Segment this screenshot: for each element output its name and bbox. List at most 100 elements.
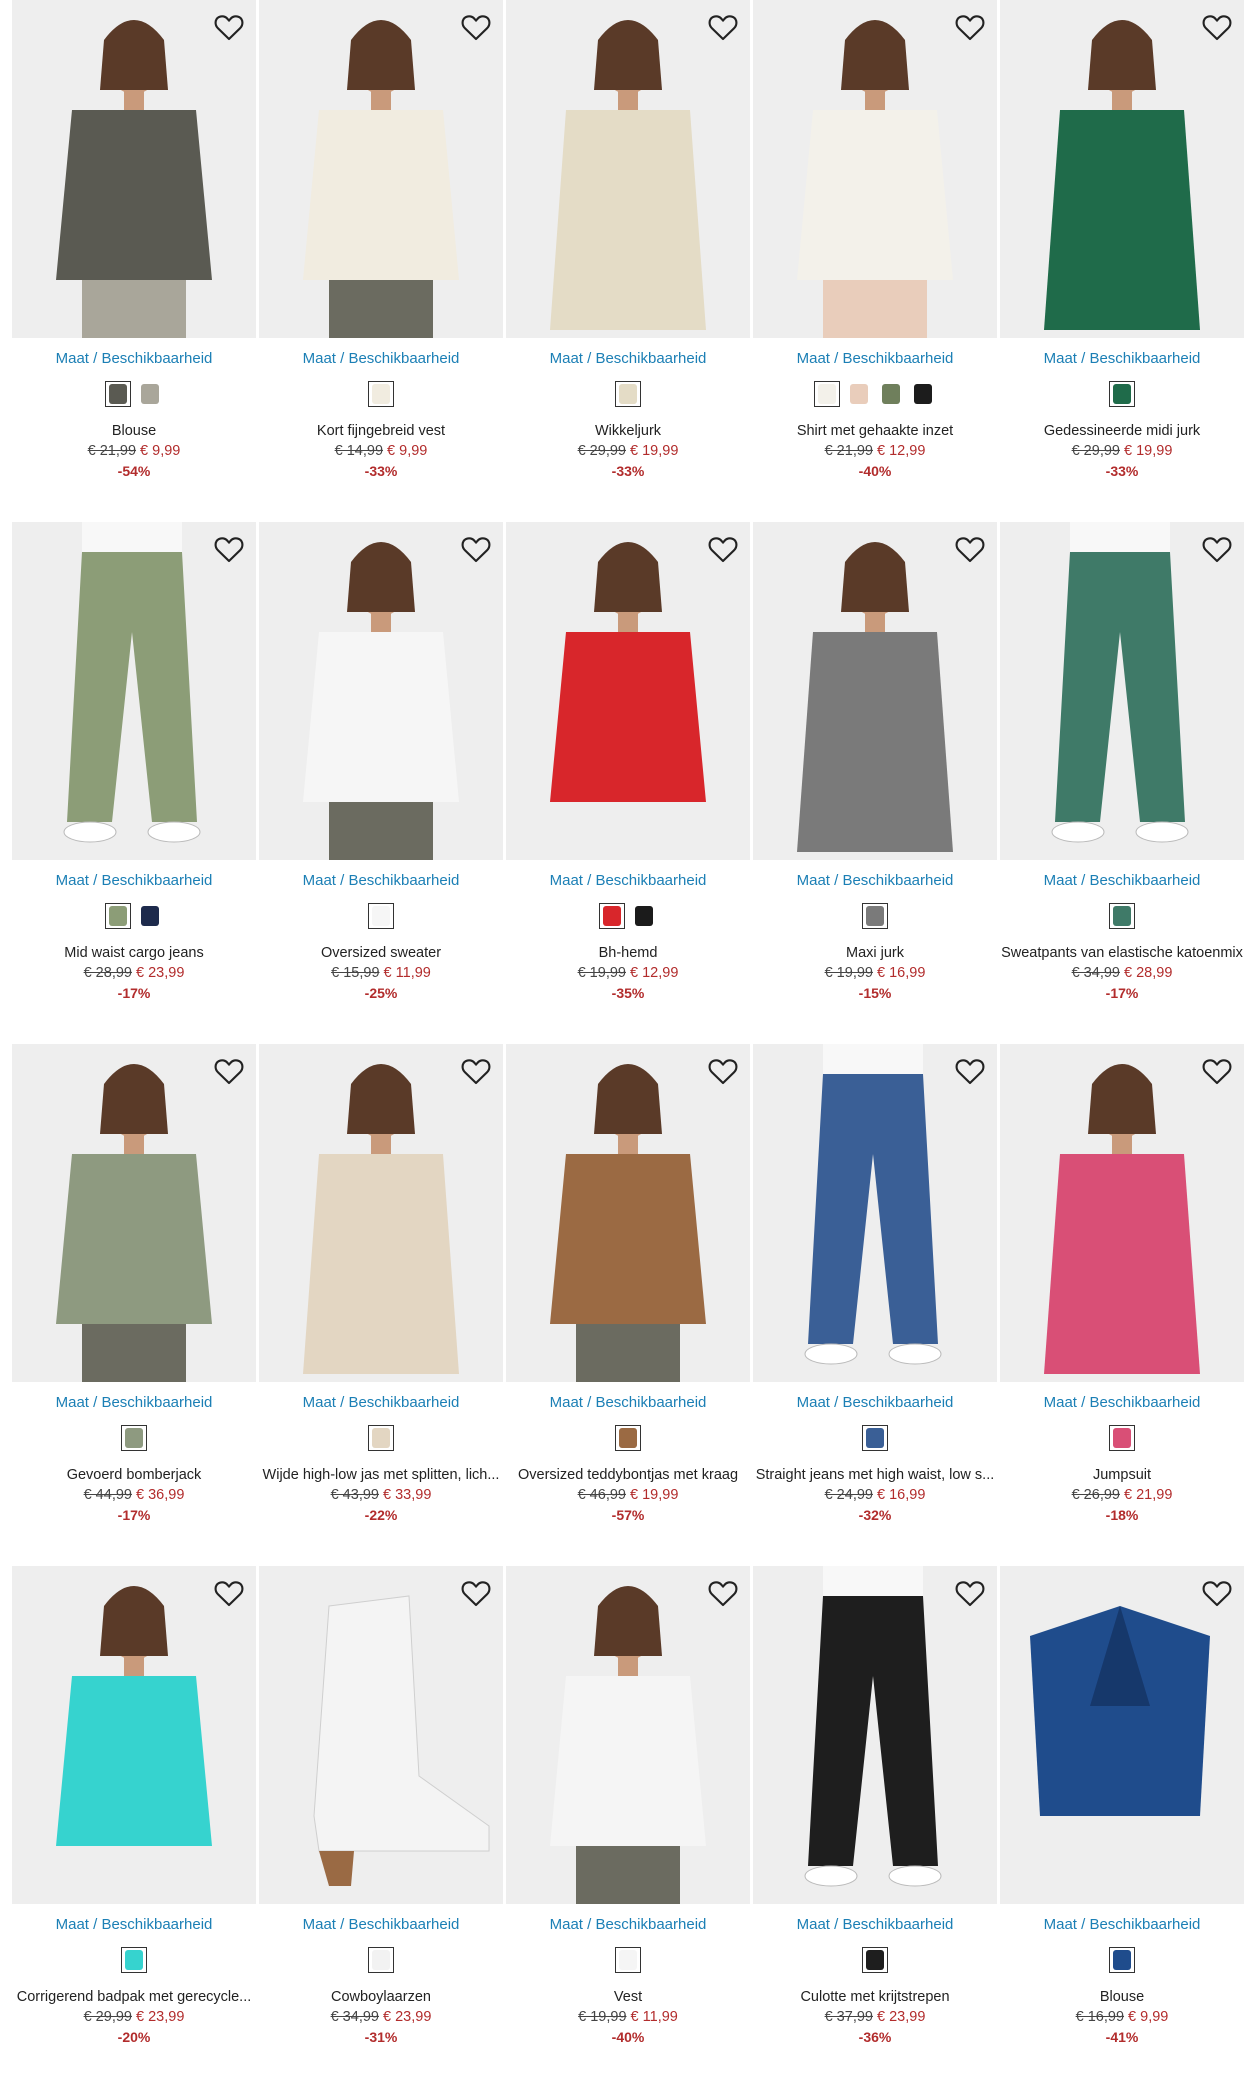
color-swatch[interactable] xyxy=(910,381,936,407)
color-swatch[interactable] xyxy=(599,903,625,929)
heart-icon[interactable] xyxy=(1200,1054,1234,1088)
color-swatch[interactable] xyxy=(121,1947,147,1973)
product-image[interactable] xyxy=(12,1566,256,1904)
size-availability-link[interactable]: Maat / Beschikbaarheid xyxy=(1000,350,1244,367)
product-card[interactable]: Maat / Beschikbaarheid Cowboylaarzen € 3… xyxy=(259,1566,503,2086)
product-card[interactable]: Maat / Beschikbaarheid Corrigerend badpa… xyxy=(12,1566,256,2086)
size-availability-link[interactable]: Maat / Beschikbaarheid xyxy=(259,1916,503,1933)
product-image[interactable] xyxy=(259,0,503,338)
color-swatch[interactable] xyxy=(1109,903,1135,929)
size-availability-link[interactable]: Maat / Beschikbaarheid xyxy=(506,350,750,367)
color-swatch[interactable] xyxy=(878,381,904,407)
product-name[interactable]: Oversized teddybontjas met kraag xyxy=(506,1467,750,1483)
product-name[interactable]: Maxi jurk xyxy=(753,945,997,961)
size-availability-link[interactable]: Maat / Beschikbaarheid xyxy=(1000,1394,1244,1411)
size-availability-link[interactable]: Maat / Beschikbaarheid xyxy=(12,872,256,889)
product-card[interactable]: Maat / Beschikbaarheid Wijde high-low ja… xyxy=(259,1044,503,1564)
size-availability-link[interactable]: Maat / Beschikbaarheid xyxy=(12,1394,256,1411)
product-image[interactable] xyxy=(1000,522,1244,860)
product-name[interactable]: Kort fijngebreid vest xyxy=(259,423,503,439)
heart-icon[interactable] xyxy=(1200,532,1234,566)
product-image-box[interactable] xyxy=(506,0,750,338)
product-image-box[interactable] xyxy=(506,522,750,860)
product-card[interactable]: Maat / Beschikbaarheid Oversized teddybo… xyxy=(506,1044,750,1564)
color-swatch[interactable] xyxy=(368,1947,394,1973)
heart-icon[interactable] xyxy=(459,1576,493,1610)
heart-icon[interactable] xyxy=(459,532,493,566)
product-card[interactable]: Maat / Beschikbaarheid Maxi jurk € 19,99… xyxy=(753,522,997,1042)
product-image-box[interactable] xyxy=(753,522,997,860)
color-swatch[interactable] xyxy=(862,903,888,929)
product-image-box[interactable] xyxy=(259,1044,503,1382)
product-name[interactable]: Corrigerend badpak met gerecycle... xyxy=(12,1989,256,2005)
heart-icon[interactable] xyxy=(459,10,493,44)
product-image[interactable] xyxy=(753,0,997,338)
product-image[interactable] xyxy=(753,1044,997,1382)
product-image[interactable] xyxy=(753,522,997,860)
product-image[interactable] xyxy=(12,1044,256,1382)
size-availability-link[interactable]: Maat / Beschikbaarheid xyxy=(753,1394,997,1411)
product-name[interactable]: Bh-hemd xyxy=(506,945,750,961)
heart-icon[interactable] xyxy=(459,1054,493,1088)
size-availability-link[interactable]: Maat / Beschikbaarheid xyxy=(506,1394,750,1411)
product-image-box[interactable] xyxy=(259,522,503,860)
product-image[interactable] xyxy=(506,0,750,338)
product-image[interactable] xyxy=(1000,0,1244,338)
product-name[interactable]: Vest xyxy=(506,1989,750,2005)
product-image-box[interactable] xyxy=(1000,1566,1244,1904)
product-image-box[interactable] xyxy=(12,0,256,338)
product-image-box[interactable] xyxy=(753,0,997,338)
product-image[interactable] xyxy=(753,1566,997,1904)
product-card[interactable]: Maat / Beschikbaarheid Jumpsuit € 26,99 … xyxy=(1000,1044,1244,1564)
product-card[interactable]: Maat / Beschikbaarheid Shirt met gehaakt… xyxy=(753,0,997,520)
product-image-box[interactable] xyxy=(506,1566,750,1904)
product-card[interactable]: Maat / Beschikbaarheid Vest € 19,99 € 11… xyxy=(506,1566,750,2086)
size-availability-link[interactable]: Maat / Beschikbaarheid xyxy=(12,350,256,367)
color-swatch[interactable] xyxy=(862,1425,888,1451)
product-image-box[interactable] xyxy=(12,1566,256,1904)
product-name[interactable]: Oversized sweater xyxy=(259,945,503,961)
heart-icon[interactable] xyxy=(706,1576,740,1610)
product-image[interactable] xyxy=(506,1044,750,1382)
product-image[interactable] xyxy=(12,0,256,338)
product-image[interactable] xyxy=(506,1566,750,1904)
product-card[interactable]: Maat / Beschikbaarheid Bh-hemd € 19,99 €… xyxy=(506,522,750,1042)
color-swatch[interactable] xyxy=(615,1947,641,1973)
heart-icon[interactable] xyxy=(953,10,987,44)
size-availability-link[interactable]: Maat / Beschikbaarheid xyxy=(12,1916,256,1933)
size-availability-link[interactable]: Maat / Beschikbaarheid xyxy=(259,350,503,367)
product-name[interactable]: Culotte met krijtstrepen xyxy=(753,1989,997,2005)
product-card[interactable]: Maat / Beschikbaarheid Blouse € 21,99 € … xyxy=(12,0,256,520)
heart-icon[interactable] xyxy=(1200,1576,1234,1610)
heart-icon[interactable] xyxy=(212,10,246,44)
product-image-box[interactable] xyxy=(12,1044,256,1382)
product-name[interactable]: Gedessineerde midi jurk xyxy=(1000,423,1244,439)
product-card[interactable]: Maat / Beschikbaarheid Wikkeljurk € 29,9… xyxy=(506,0,750,520)
product-image-box[interactable] xyxy=(753,1044,997,1382)
color-swatch[interactable] xyxy=(137,903,163,929)
product-image[interactable] xyxy=(1000,1566,1244,1904)
color-swatch[interactable] xyxy=(615,1425,641,1451)
product-image[interactable] xyxy=(506,522,750,860)
heart-icon[interactable] xyxy=(953,532,987,566)
product-name[interactable]: Sweatpants van elastische katoenmix xyxy=(1000,945,1244,961)
product-image-box[interactable] xyxy=(12,522,256,860)
product-image-box[interactable] xyxy=(753,1566,997,1904)
heart-icon[interactable] xyxy=(212,532,246,566)
product-card[interactable]: Maat / Beschikbaarheid Straight jeans me… xyxy=(753,1044,997,1564)
heart-icon[interactable] xyxy=(953,1576,987,1610)
product-card[interactable]: Maat / Beschikbaarheid Gevoerd bomberjac… xyxy=(12,1044,256,1564)
product-name[interactable]: Mid waist cargo jeans xyxy=(12,945,256,961)
product-image[interactable] xyxy=(259,1566,503,1904)
product-name[interactable]: Blouse xyxy=(12,423,256,439)
product-image[interactable] xyxy=(1000,1044,1244,1382)
size-availability-link[interactable]: Maat / Beschikbaarheid xyxy=(753,350,997,367)
product-name[interactable]: Blouse xyxy=(1000,1989,1244,2005)
color-swatch[interactable] xyxy=(1109,1947,1135,1973)
color-swatch[interactable] xyxy=(368,903,394,929)
heart-icon[interactable] xyxy=(212,1576,246,1610)
color-swatch[interactable] xyxy=(105,381,131,407)
size-availability-link[interactable]: Maat / Beschikbaarheid xyxy=(506,1916,750,1933)
product-name[interactable]: Shirt met gehaakte inzet xyxy=(753,423,997,439)
size-availability-link[interactable]: Maat / Beschikbaarheid xyxy=(1000,1916,1244,1933)
